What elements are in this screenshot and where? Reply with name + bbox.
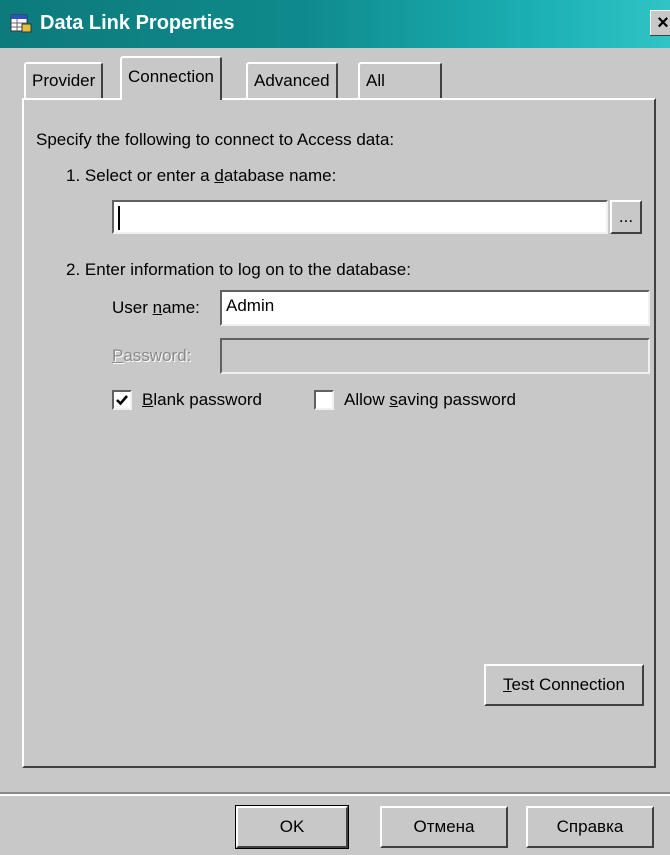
blank-password-checkbox[interactable] xyxy=(112,390,132,410)
connection-panel: Specify the following to connect to Acce… xyxy=(22,98,656,768)
tab-advanced[interactable]: Advanced xyxy=(246,62,338,98)
footer-separator xyxy=(0,792,670,796)
database-name-input[interactable] xyxy=(112,200,608,234)
tab-provider[interactable]: Provider xyxy=(24,62,104,98)
test-connection-button[interactable]: Test Connection xyxy=(484,664,644,706)
password-label: Password: xyxy=(112,346,192,365)
blank-password-label: Blank password xyxy=(142,390,263,409)
username-input[interactable]: Admin xyxy=(220,290,650,326)
tab-connection[interactable]: Connection xyxy=(120,56,223,100)
checkmark-icon xyxy=(116,395,128,406)
username-label: User name: xyxy=(112,298,200,317)
close-button[interactable]: × xyxy=(650,10,670,36)
browse-button[interactable]: ... xyxy=(610,200,642,234)
allow-saving-password-label: Allow saving password xyxy=(344,390,516,409)
window-title: Data Link Properties xyxy=(40,12,235,34)
tab-connection-label: Connection xyxy=(128,67,215,86)
database-name-label: 1. Select or enter a database name: xyxy=(66,166,337,185)
logon-info-label: 2. Enter information to log on to the da… xyxy=(66,260,411,279)
data-link-icon xyxy=(10,13,32,33)
tab-all-label: All xyxy=(366,71,385,90)
text-caret xyxy=(118,206,120,230)
help-button[interactable]: Справка xyxy=(526,806,654,848)
tab-provider-label: Provider xyxy=(32,71,96,90)
title-bar: Data Link Properties × xyxy=(0,0,670,48)
password-input[interactable] xyxy=(220,338,650,374)
cancel-button[interactable]: Отмена xyxy=(380,806,508,848)
tab-all[interactable]: All xyxy=(358,62,442,98)
tab-advanced-label: Advanced xyxy=(254,71,330,90)
ok-button[interactable]: OK xyxy=(235,805,349,849)
intro-label: Specify the following to connect to Acce… xyxy=(36,130,395,149)
allow-saving-password-checkbox[interactable] xyxy=(314,390,334,410)
